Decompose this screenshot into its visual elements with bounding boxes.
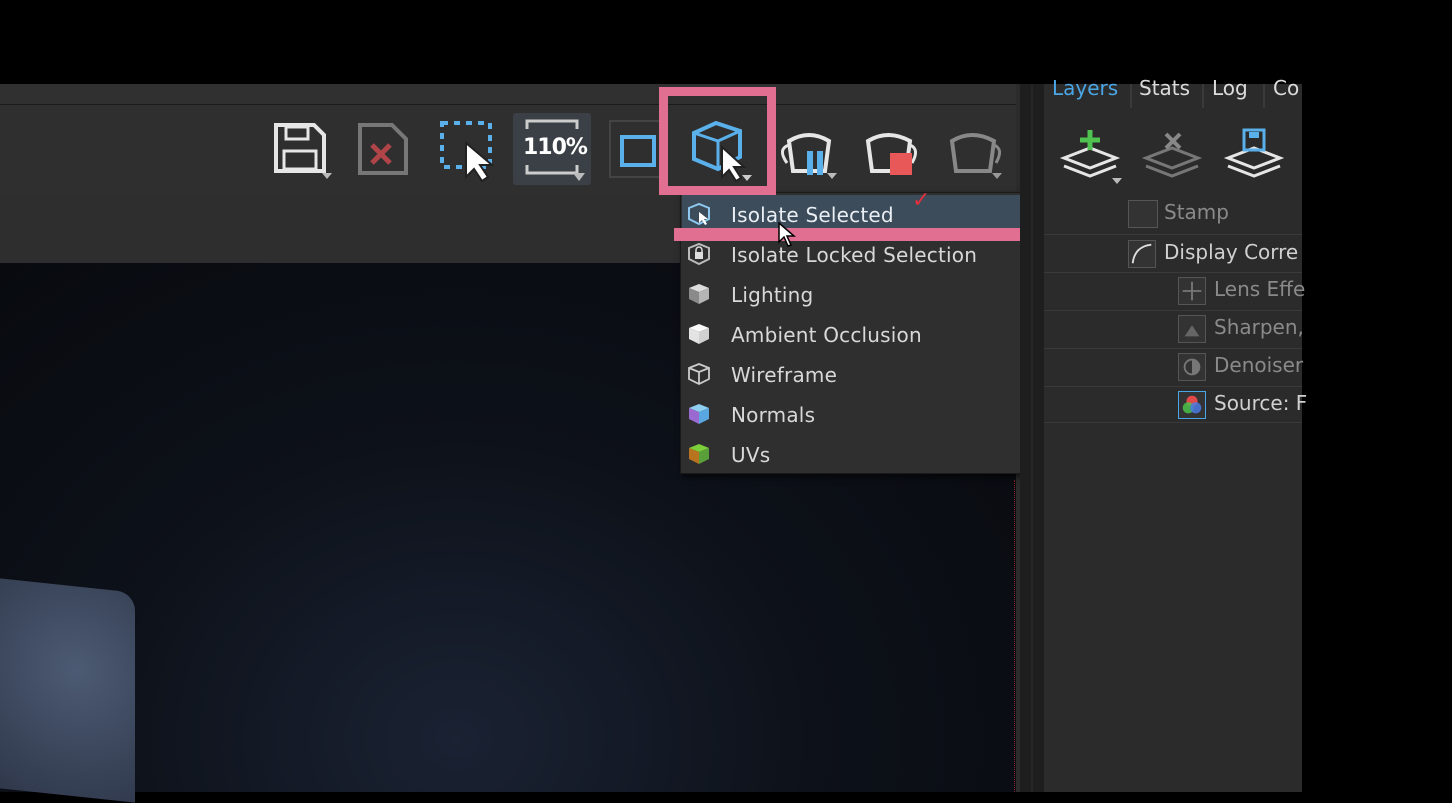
- layer-label: Denoiser: [1214, 353, 1304, 377]
- menu-item-label: Isolate Selected: [731, 203, 894, 227]
- zoom-button[interactable]: 110%: [513, 113, 591, 185]
- pause-render-icon: [781, 133, 837, 179]
- stamp-icon: [1128, 200, 1158, 228]
- window-top-strip: [0, 84, 1016, 105]
- viewport-region-border: [1014, 480, 1017, 792]
- menu-item-label: Normals: [731, 403, 816, 427]
- ao-cube-icon: [689, 324, 709, 344]
- layer-row[interactable]: Source: F: [1178, 387, 1370, 423]
- lighting-cube-icon: [689, 284, 709, 304]
- layer-label: Display Corre: [1164, 240, 1299, 264]
- stop-render-icon: [865, 133, 917, 175]
- display-correction-curve-icon: [1128, 240, 1156, 268]
- layer-row[interactable]: Display Corre: [1128, 236, 1320, 272]
- wireframe-cube-icon: [688, 363, 710, 386]
- normals-cube-icon: [689, 404, 709, 424]
- uvs-cube-icon: [689, 444, 709, 464]
- render-teapot-button[interactable]: [938, 113, 1010, 185]
- menu-item-label: Isolate Locked Selection: [731, 243, 978, 267]
- menu-item-label: Wireframe: [731, 363, 838, 387]
- region-select-button[interactable]: [432, 113, 504, 185]
- row-divider: [1044, 422, 1302, 423]
- tab-log[interactable]: Log: [1212, 76, 1248, 100]
- layers-panel: [1044, 84, 1302, 792]
- save-layers-icon: [1223, 128, 1285, 178]
- lock-icon: [688, 242, 710, 266]
- layer-row[interactable]: Sharpen,: [1178, 311, 1370, 347]
- layer-row[interactable]: Lens Effe: [1178, 273, 1370, 309]
- tab-separator: [1130, 84, 1132, 108]
- remove-layer-icon: [1141, 132, 1203, 178]
- lens-effects-icon: [1178, 277, 1206, 305]
- tab-separator: [1263, 84, 1265, 108]
- layer-label: Stamp: [1164, 200, 1229, 224]
- tab-separator: [1202, 84, 1204, 108]
- discard-button[interactable]: [348, 113, 420, 185]
- teapot-icon: [949, 133, 1002, 179]
- menu-item-label: Lighting: [731, 283, 814, 307]
- sharpen-icon: [1178, 315, 1206, 343]
- denoiser-icon: [1178, 353, 1206, 381]
- save-icon: [274, 123, 332, 179]
- pause-render-button[interactable]: [773, 113, 845, 185]
- mouse-cursor-icon: [778, 222, 796, 247]
- add-layer-button[interactable]: [1058, 124, 1122, 186]
- row-divider: [1044, 234, 1302, 235]
- region-select-icon: [440, 121, 495, 183]
- remove-layer-button[interactable]: [1140, 124, 1204, 186]
- tab-co[interactable]: Co: [1273, 76, 1299, 100]
- highlight-box-annotation: [659, 87, 776, 195]
- stop-render-button[interactable]: [854, 113, 926, 185]
- tab-stats[interactable]: Stats: [1139, 76, 1190, 100]
- tab-layers[interactable]: Layers: [1052, 76, 1118, 100]
- checkmark-annotation: ✓: [912, 188, 931, 213]
- splitter-line: [1031, 84, 1033, 792]
- menu-item-label: Ambient Occlusion: [731, 323, 922, 347]
- layer-label: Lens Effe: [1214, 277, 1306, 301]
- save-layers-button[interactable]: [1222, 124, 1286, 186]
- layer-row[interactable]: Denoiser: [1178, 349, 1370, 385]
- add-layer-icon: [1059, 130, 1122, 184]
- layer-label: Source: F: [1214, 391, 1308, 415]
- rendered-cube: [0, 577, 135, 803]
- menu-item-label: UVs: [731, 443, 771, 467]
- isolate-selected-icon: [688, 202, 710, 226]
- save-button[interactable]: [268, 113, 340, 185]
- source-rgb-icon: [1178, 391, 1206, 419]
- layer-label: Sharpen,: [1214, 315, 1304, 339]
- layer-row[interactable]: Stamp: [1128, 196, 1320, 232]
- zoom-level-label: 110%: [523, 135, 588, 160]
- discard-icon: [358, 123, 408, 175]
